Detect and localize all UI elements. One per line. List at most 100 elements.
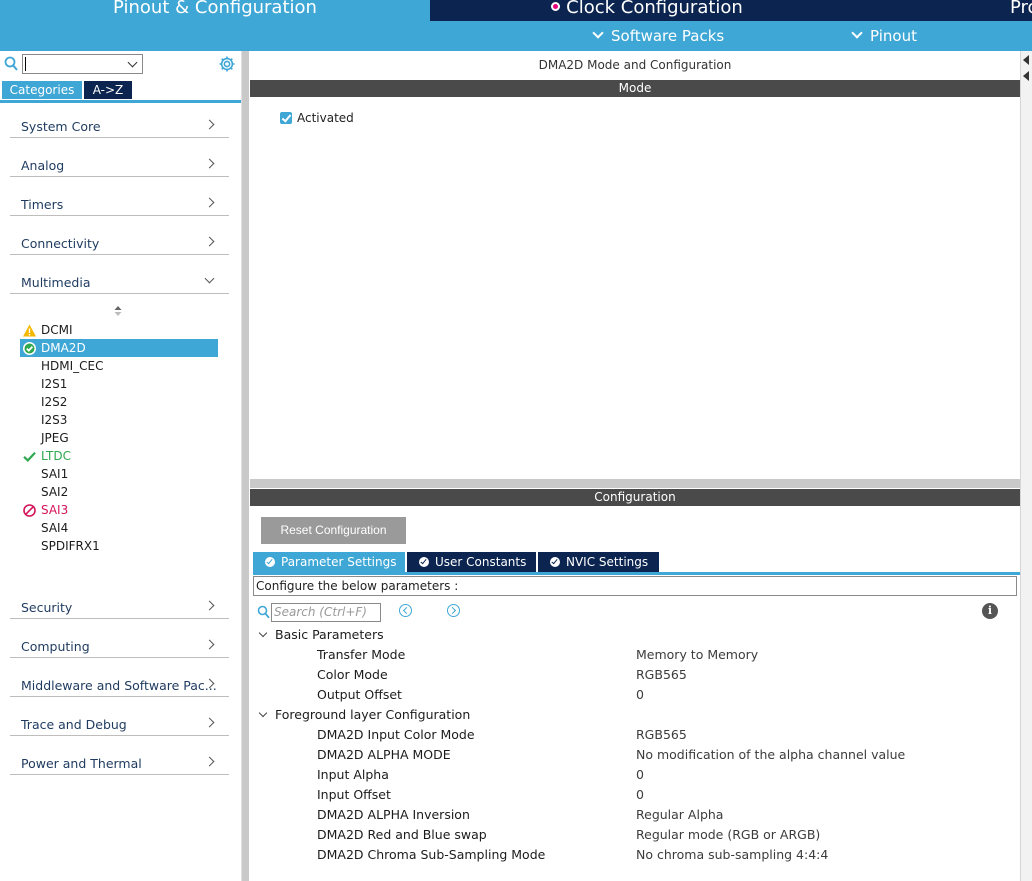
category-computing[interactable]: Computing — [10, 622, 229, 658]
peripheral-dma2d[interactable]: DMA2D — [20, 339, 218, 357]
peripheral-sai1[interactable]: SAI1 — [20, 465, 218, 483]
collapse-arrow-icon[interactable] — [1023, 55, 1029, 65]
category-label: Security — [21, 600, 73, 615]
text-cursor — [25, 57, 26, 71]
configuration-header: Configuration — [250, 489, 1020, 506]
param-row[interactable]: DMA2D ALPHA Inversion Regular Alpha — [250, 805, 1020, 825]
peripheral-sai3[interactable]: SAI3 — [20, 501, 218, 519]
category-security[interactable]: Security — [10, 583, 229, 619]
tab-a-to-z[interactable]: A->Z — [84, 81, 132, 99]
tab-categories[interactable]: Categories — [2, 81, 82, 99]
chevron-down-icon[interactable] — [127, 57, 138, 68]
pinout-label: Pinout — [870, 27, 917, 45]
param-value[interactable]: Memory to Memory — [636, 645, 758, 665]
param-value[interactable]: RGB565 — [636, 665, 687, 685]
panel-title: DMA2D Mode and Configuration — [538, 58, 732, 72]
param-value[interactable]: No modification of the alpha channel val… — [636, 745, 905, 765]
horizontal-splitter[interactable] — [250, 479, 1020, 488]
tab-parameter-settings[interactable]: Parameter Settings — [253, 552, 405, 572]
collapse-arrow-icon[interactable] — [1023, 71, 1029, 81]
category-label: Analog — [21, 158, 65, 173]
gear-icon[interactable] — [218, 55, 236, 73]
param-row[interactable]: Output Offset 0 — [250, 685, 1020, 705]
param-row[interactable]: DMA2D ALPHA MODE No modification of the … — [250, 745, 1020, 765]
peripheral-dcmi[interactable]: DCMI — [20, 321, 218, 339]
peripheral-hdmi-cec[interactable]: HDMI_CEC — [20, 357, 218, 375]
software-packs-menu[interactable]: Software Packs — [592, 27, 724, 45]
search-next-icon[interactable] — [447, 604, 460, 617]
pinout-menu[interactable]: Pinout — [851, 27, 917, 45]
category-multimedia[interactable]: Multimedia — [10, 258, 229, 294]
tab-user-constants[interactable]: User Constants — [407, 552, 536, 572]
info-icon[interactable]: i — [982, 603, 998, 619]
param-value[interactable]: 0 — [636, 785, 644, 805]
param-name: Output Offset — [317, 687, 402, 702]
peripheral-name: LTDC — [41, 449, 71, 463]
tab-nvic-settings[interactable]: NVIC Settings — [538, 552, 659, 572]
category-power-and-thermal[interactable]: Power and Thermal — [10, 739, 229, 775]
check-circle-icon — [419, 557, 429, 567]
sort-icon[interactable] — [113, 305, 123, 317]
param-name: DMA2D Chroma Sub-Sampling Mode — [317, 847, 546, 862]
tab-project-manager[interactable]: Pro — [864, 0, 1032, 21]
peripheral-sai4[interactable]: SAI4 — [20, 519, 218, 537]
tab-clock-configuration[interactable]: Clock Configuration — [432, 0, 862, 21]
chevron-down-icon — [204, 273, 215, 284]
activated-checkbox[interactable] — [280, 112, 292, 124]
search-previous-icon[interactable] — [399, 604, 412, 617]
peripheral-name: I2S1 — [41, 377, 68, 391]
peripheral-sai2[interactable]: SAI2 — [20, 483, 218, 501]
search-icon[interactable] — [4, 56, 18, 72]
category-label: Multimedia — [21, 275, 91, 290]
top-tab-bar: Pinout & Configuration Clock Configurati… — [0, 0, 1032, 21]
param-row[interactable]: DMA2D Red and Blue swap Regular mode (RG… — [250, 825, 1020, 845]
category-trace-and-debug[interactable]: Trace and Debug — [10, 700, 229, 736]
blocked-icon — [23, 504, 36, 517]
param-value[interactable]: 0 — [636, 685, 644, 705]
category-analog[interactable]: Analog — [10, 141, 229, 177]
peripheral-jpeg[interactable]: JPEG — [20, 429, 218, 447]
param-value[interactable]: RGB565 — [636, 725, 687, 745]
category-timers[interactable]: Timers — [10, 180, 229, 216]
param-value[interactable]: Regular mode (RGB or ARGB) — [636, 825, 820, 845]
param-name: DMA2D Input Color Mode — [317, 727, 475, 742]
category-middleware[interactable]: Middleware and Software Pac... — [10, 661, 229, 697]
param-value[interactable]: Regular Alpha — [636, 805, 723, 825]
param-row[interactable]: Transfer Mode Memory to Memory — [250, 645, 1020, 665]
mode-and-configuration-panel: DMA2D Mode and Configuration Mode Activa… — [250, 51, 1020, 881]
side-collapse-strip[interactable] — [1020, 51, 1032, 881]
peripheral-i2s2[interactable]: I2S2 — [20, 393, 218, 411]
peripheral-i2s3[interactable]: I2S3 — [20, 411, 218, 429]
chevron-right-icon — [204, 717, 215, 728]
parameter-search-input[interactable]: Search (Ctrl+F) — [271, 603, 381, 622]
param-row[interactable]: DMA2D Chroma Sub-Sampling Mode No chroma… — [250, 845, 1020, 865]
param-value[interactable]: 0 — [636, 765, 644, 785]
category-system-core[interactable]: System Core — [10, 102, 229, 138]
panel-splitter[interactable] — [241, 51, 249, 881]
category-label: Middleware and Software Pac... — [21, 678, 217, 693]
category-label: Trace and Debug — [21, 717, 127, 732]
chevron-down-icon — [258, 628, 268, 638]
param-row[interactable]: Input Offset 0 — [250, 785, 1020, 805]
param-value[interactable]: No chroma sub-sampling 4:4:4 — [636, 845, 828, 865]
mode-header: Mode — [250, 80, 1020, 97]
check-icon — [23, 452, 36, 462]
category-search-combo[interactable] — [22, 54, 143, 74]
activated-label: Activated — [297, 111, 354, 125]
reset-configuration-button[interactable]: Reset Configuration — [261, 517, 406, 544]
param-row[interactable]: DMA2D Input Color Mode RGB565 — [250, 725, 1020, 745]
chevron-right-icon — [204, 600, 215, 611]
chevron-right-icon — [204, 158, 215, 169]
param-row[interactable]: Color Mode RGB565 — [250, 665, 1020, 685]
chevron-down-icon — [258, 708, 268, 718]
category-connectivity[interactable]: Connectivity — [10, 219, 229, 255]
peripheral-ltdc[interactable]: LTDC — [20, 447, 218, 465]
warning-icon — [23, 324, 36, 337]
peripheral-spdifrx1[interactable]: SPDIFRX1 — [20, 537, 218, 555]
tab-pinout-configuration[interactable]: Pinout & Configuration — [0, 0, 430, 21]
check-circle-icon — [23, 342, 36, 355]
sub-menu-bar: Software Packs Pinout — [0, 21, 1032, 51]
param-row[interactable]: Input Alpha 0 — [250, 765, 1020, 785]
search-icon[interactable] — [257, 605, 270, 619]
peripheral-i2s1[interactable]: I2S1 — [20, 375, 218, 393]
